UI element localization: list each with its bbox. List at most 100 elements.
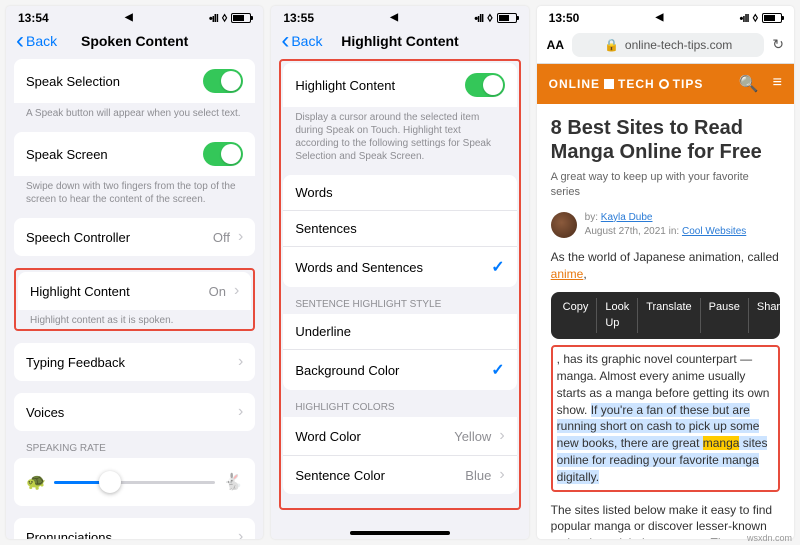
section-header: HIGHLIGHT COLORS	[283, 402, 516, 417]
highlighted-section: Highlight Content Display a cursor aroun…	[279, 59, 520, 510]
reload-icon[interactable]	[772, 36, 784, 54]
row-value: On	[209, 282, 240, 300]
wifi-icon: ⬨	[753, 10, 758, 25]
words-row[interactable]: Words	[283, 175, 516, 210]
screen-safari: 13:50 ◀ ⬨ AA 🔒 online-tech-tips.com ONLI…	[537, 6, 794, 539]
highlight-content-row[interactable]: Highlight Content On	[18, 272, 251, 310]
row-label: Underline	[295, 324, 351, 339]
menu-icon[interactable]: ≡	[773, 74, 782, 94]
row-label: Speak Selection	[26, 74, 120, 89]
signal-icon	[474, 11, 483, 25]
checkmark-icon	[491, 257, 504, 277]
menu-pause[interactable]: Pause	[701, 298, 749, 333]
words-and-sentences-row[interactable]: Words and Sentences	[283, 246, 516, 287]
toggle-on[interactable]	[203, 142, 243, 166]
byline: by: Kayla Dube August 27th, 2021 in: Coo…	[551, 211, 780, 239]
screen-highlight-content: 13:55 ◀ ⬨ Back Highlight Content Highlig…	[271, 6, 528, 539]
chevron-icon	[234, 528, 243, 539]
row-label: Speech Controller	[26, 230, 130, 245]
sentence-color-row[interactable]: Sentence Color Blue	[283, 455, 516, 494]
url-text: online-tech-tips.com	[625, 38, 732, 52]
background-color-row[interactable]: Background Color	[283, 349, 516, 390]
toggle-on[interactable]	[465, 73, 505, 97]
clock: 13:55	[283, 11, 314, 25]
url-bar: AA 🔒 online-tech-tips.com	[537, 27, 794, 64]
page-title: Spoken Content	[81, 33, 188, 49]
row-label: Words and Sentences	[295, 260, 423, 275]
paragraph: The sites listed below make it easy to f…	[551, 502, 780, 539]
row-label: Highlight Content	[30, 284, 130, 299]
row-label: Words	[295, 185, 332, 200]
page-title: Highlight Content	[341, 33, 458, 49]
speak-selection-row[interactable]: Speak Selection	[14, 59, 255, 103]
row-label: Speak Screen	[26, 147, 108, 162]
signal-icon	[740, 11, 749, 25]
row-value: Off	[213, 228, 243, 246]
voices-row[interactable]: Voices	[14, 393, 255, 431]
site-logo[interactable]: ONLINETECHTIPS	[549, 77, 704, 91]
rabbit-icon: 🐇	[223, 472, 243, 492]
nav-bar: Back Spoken Content	[6, 27, 263, 59]
checkmark-icon	[491, 360, 504, 380]
row-label: Pronunciations	[26, 530, 112, 540]
caption: Highlight content as it is spoken.	[18, 310, 251, 327]
category-link[interactable]: Cool Websites	[682, 226, 746, 237]
signal-icon	[209, 11, 218, 25]
menu-translate[interactable]: Translate	[638, 298, 700, 333]
text-selection-menu: Copy Look Up Translate Pause Share…	[551, 292, 780, 339]
row-label: Highlight Content	[295, 78, 395, 93]
avatar	[551, 212, 577, 238]
anime-link[interactable]: anime	[551, 267, 584, 281]
chevron-icon	[234, 353, 243, 371]
slider-thumb[interactable]	[99, 471, 121, 493]
location-icon: ◀	[656, 12, 664, 23]
section-header: SENTENCE HIGHLIGHT STYLE	[283, 299, 516, 314]
clock: 13:54	[18, 11, 49, 25]
text-size-button[interactable]: AA	[547, 38, 564, 52]
turtle-icon: 🐢	[26, 472, 46, 492]
article-headline: 8 Best Sites to Read Manga Online for Fr…	[551, 116, 780, 164]
nav-bar: Back Highlight Content	[271, 27, 528, 59]
word-color-row[interactable]: Word Color Yellow	[283, 417, 516, 455]
watermark: wsxdn.com	[747, 533, 792, 543]
url-field[interactable]: 🔒 online-tech-tips.com	[572, 33, 764, 57]
battery-icon	[762, 13, 782, 23]
site-header: ONLINETECHTIPS 🔍 ≡	[537, 64, 794, 104]
typing-feedback-row[interactable]: Typing Feedback	[14, 343, 255, 381]
back-button[interactable]: Back	[16, 33, 57, 49]
highlighted-paragraph: , has its graphic novel counterpart — ma…	[551, 345, 780, 491]
row-label: Word Color	[295, 429, 361, 444]
author-link[interactable]: Kayla Dube	[601, 212, 653, 223]
chevron-icon	[234, 403, 243, 421]
location-icon: ◀	[125, 12, 133, 23]
sentences-row[interactable]: Sentences	[283, 210, 516, 246]
home-indicator[interactable]	[350, 531, 450, 535]
highlight-content-toggle-row[interactable]: Highlight Content	[283, 63, 516, 107]
menu-copy[interactable]: Copy	[555, 298, 598, 333]
row-label: Background Color	[295, 363, 399, 378]
menu-share[interactable]: Share…	[749, 298, 794, 333]
highlight-content-group: Highlight Content On Highlight content a…	[14, 268, 255, 331]
screen-spoken-content: 13:54 ◀ ⬨ Back Spoken Content Speak Sele…	[6, 6, 263, 539]
caption: Display a cursor around the selected ite…	[283, 107, 516, 163]
status-bar: 13:54 ◀ ⬨	[6, 6, 263, 27]
status-bar: 13:55 ◀ ⬨	[271, 6, 528, 27]
wifi-icon: ⬨	[487, 10, 492, 25]
row-label: Sentences	[295, 221, 356, 236]
clock: 13:50	[549, 11, 580, 25]
menu-lookup[interactable]: Look Up	[597, 298, 638, 333]
location-icon: ◀	[390, 12, 398, 23]
slider-track[interactable]	[54, 481, 215, 484]
toggle-on[interactable]	[203, 69, 243, 93]
lock-icon: 🔒	[604, 38, 619, 52]
back-button[interactable]: Back	[281, 33, 322, 49]
status-bar: 13:50 ◀ ⬨	[537, 6, 794, 27]
wifi-icon: ⬨	[222, 10, 227, 25]
pronunciations-row[interactable]: Pronunciations	[14, 518, 255, 539]
search-icon[interactable]: 🔍	[739, 74, 759, 94]
speaking-rate-slider[interactable]: 🐢 🐇	[14, 458, 255, 506]
underline-row[interactable]: Underline	[283, 314, 516, 349]
speak-screen-row[interactable]: Speak Screen	[14, 132, 255, 176]
battery-icon	[231, 13, 251, 23]
speech-controller-row[interactable]: Speech Controller Off	[14, 218, 255, 256]
